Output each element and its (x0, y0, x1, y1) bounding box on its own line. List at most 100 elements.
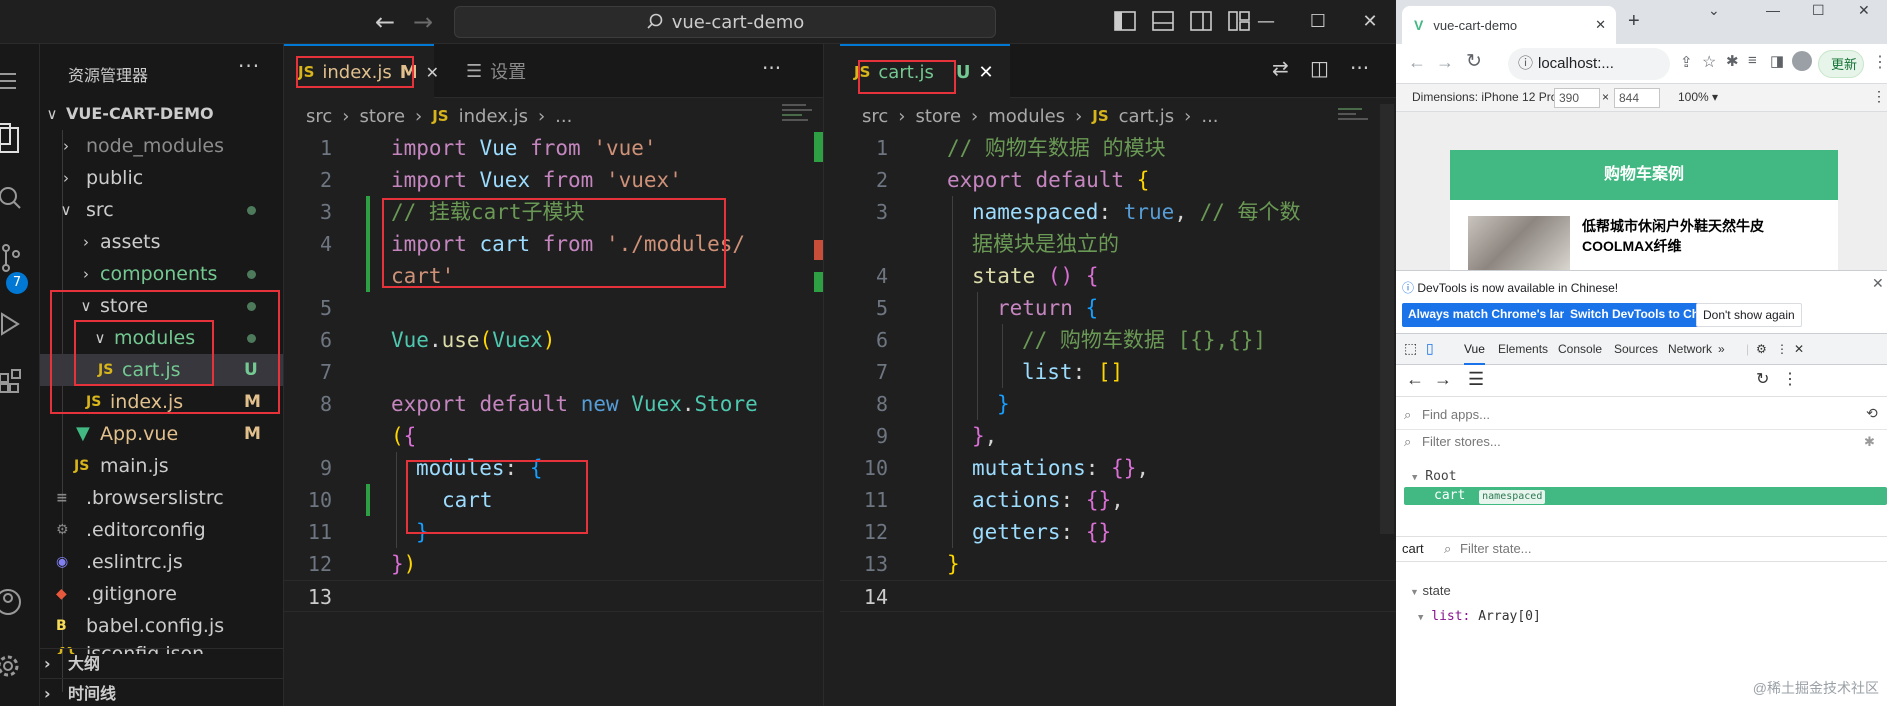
minimize-icon[interactable]: — (1240, 4, 1292, 40)
tab-console[interactable]: Console (1558, 334, 1602, 365)
toggle-panel-icon[interactable] (1150, 8, 1176, 34)
menu-icon[interactable] (0, 64, 30, 100)
tree-item-assets[interactable]: › assets (40, 226, 283, 258)
store-row-cart[interactable]: cart namespaced (1404, 487, 1887, 505)
tree-item-gitignore[interactable]: ◆ .gitignore (40, 578, 283, 610)
scrollbar[interactable] (1380, 104, 1394, 534)
tab-sources[interactable]: Sources (1614, 334, 1658, 365)
extensions-icon[interactable]: ✱ (1726, 52, 1739, 70)
back-arrow-icon[interactable]: ← (1408, 52, 1426, 73)
close-tab-icon[interactable]: ✕ (426, 63, 439, 82)
devtools-menu-icon[interactable]: ⋮ (1776, 334, 1788, 365)
tree-item-node-modules[interactable]: › node_modules (40, 130, 283, 162)
filter-stores-row[interactable]: ⌕ Filter stores... ✱ (1396, 429, 1887, 455)
split-editor-icon[interactable]: ◫ (1310, 56, 1329, 80)
close-window-icon[interactable]: ✕ (1858, 2, 1870, 19)
timeline-section[interactable]: › 时间线 (40, 678, 283, 706)
state-filter-bar[interactable]: cart ⌕ Filter state... (1396, 536, 1887, 562)
forward-arrow-icon[interactable]: → (1434, 369, 1452, 390)
device-toggle-icon[interactable]: ▯ (1426, 340, 1434, 357)
more-tabs-icon[interactable]: » (1718, 334, 1725, 365)
close-icon[interactable]: ✕ (1344, 4, 1396, 40)
dont-show-again-button[interactable]: Don't show again (1696, 303, 1802, 327)
tab-index-js[interactable]: JS index.js M ✕ (284, 44, 439, 98)
tree-item-src[interactable]: ∨ src (40, 194, 283, 226)
more-actions-icon[interactable]: ··· (238, 54, 260, 78)
more-actions-icon[interactable]: ··· (1350, 56, 1369, 80)
back-arrow-icon[interactable]: ← (370, 8, 400, 36)
editor-cart-js[interactable]: JS cart.js U ✕ ⇄ ◫ ··· src › store › modul… (840, 44, 1396, 706)
outline-section[interactable]: › 大纲 (40, 648, 283, 678)
toggle-primary-sidebar-icon[interactable] (1112, 8, 1138, 34)
browser-tab[interactable]: V vue-cart-demo ✕ (1402, 6, 1616, 44)
close-devtools-icon[interactable]: ✕ (1794, 334, 1804, 365)
forward-arrow-icon[interactable]: → (408, 8, 438, 36)
close-tab-icon[interactable]: ✕ (979, 62, 994, 83)
height-input[interactable]: 844 (1614, 88, 1660, 108)
tree-item-index-js[interactable]: JS index.js M (40, 386, 283, 418)
vuex-inspector-icon[interactable]: ☰ (1468, 369, 1484, 390)
explorer-files-icon[interactable] (0, 122, 30, 158)
tab-elements[interactable]: Elements (1498, 334, 1548, 365)
tree-item-eslintrc[interactable]: ◉ .eslintrc.js (40, 546, 283, 578)
share-icon[interactable]: ⇪ (1680, 53, 1693, 71)
editor-index-js[interactable]: JS index.js M ✕ ☰ 设置 ··· src › store › JS … (284, 44, 824, 706)
tab-search-icon[interactable]: ⌄ (1708, 2, 1720, 19)
command-center[interactable]: vue-cart-demo (454, 6, 996, 38)
state-list-entry[interactable]: ▼ list: Array[0] (1418, 609, 1541, 624)
minimap[interactable] (1338, 108, 1378, 138)
chrome-menu-icon[interactable]: ⋮ (1872, 52, 1887, 72)
refresh-icon[interactable]: ↻ (1756, 369, 1769, 389)
refresh-apps-icon[interactable]: ⟲ (1866, 405, 1878, 422)
close-notice-icon[interactable]: ✕ (1872, 275, 1884, 292)
tab-cart-js[interactable]: JS cart.js U ✕ (840, 44, 1010, 98)
tree-item-store[interactable]: ∨ store (40, 290, 283, 322)
breadcrumb[interactable]: src › store › modules › JS cart.js › ... (862, 102, 1219, 130)
vue-menu-icon[interactable]: ⋮ (1782, 369, 1798, 389)
source-control-icon[interactable] (0, 240, 30, 276)
address-bar[interactable]: ⓘ localhost:... (1508, 48, 1670, 80)
state-section[interactable]: ▼ state (1410, 583, 1451, 598)
extensions-icon[interactable] (0, 362, 30, 398)
tab-vue[interactable]: Vue (1464, 334, 1485, 365)
run-debug-icon[interactable] (0, 306, 30, 342)
toggle-secondary-sidebar-icon[interactable] (1188, 8, 1214, 34)
tab-settings[interactable]: ☰ 设置 (452, 44, 540, 98)
more-actions-icon[interactable]: ··· (762, 56, 781, 80)
tree-item-editorconfig[interactable]: ⚙ .editorconfig (40, 514, 283, 546)
plugin-icon[interactable]: ✱ (1864, 434, 1875, 450)
tree-item-public[interactable]: › public (40, 162, 283, 194)
device-menu-icon[interactable]: ⋮ (1872, 88, 1886, 105)
accounts-icon[interactable] (0, 584, 30, 620)
update-button[interactable]: 更新 (1818, 50, 1864, 78)
profile-avatar[interactable] (1792, 51, 1812, 71)
maximize-icon[interactable]: ☐ (1292, 4, 1344, 40)
settings-gear-icon[interactable] (0, 648, 30, 684)
find-apps-row[interactable]: ⌕ Find apps... ⟲ (1396, 403, 1887, 429)
zoom-select[interactable]: 100% ▾ (1678, 90, 1718, 104)
compare-changes-icon[interactable]: ⇄ (1272, 56, 1289, 80)
breadcrumb[interactable]: src › store › JS index.js › ... (306, 102, 572, 130)
reading-list-icon[interactable]: ≡ (1748, 52, 1757, 69)
tree-item-app-vue[interactable]: ▼ App.vue M (40, 418, 283, 450)
forward-arrow-icon[interactable]: → (1436, 52, 1454, 73)
tree-item-components[interactable]: › components (40, 258, 283, 290)
minimap[interactable] (782, 104, 822, 134)
width-input[interactable]: 390 (1554, 88, 1600, 108)
close-tab-icon[interactable]: ✕ (1595, 17, 1606, 33)
search-activity-icon[interactable] (0, 180, 30, 216)
new-tab-icon[interactable]: + (1628, 10, 1640, 33)
bookmark-star-icon[interactable]: ☆ (1702, 52, 1716, 72)
reload-icon[interactable]: ↻ (1466, 50, 1482, 73)
tree-item-main-js[interactable]: JS main.js (40, 450, 283, 482)
device-select[interactable]: Dimensions: iPhone 12 Pro ▾ (1412, 90, 1567, 104)
tree-item-cart-js[interactable]: JS cart.js U (40, 354, 283, 386)
tab-network[interactable]: Network (1668, 334, 1712, 365)
tree-item-modules[interactable]: ∨ modules (40, 322, 283, 354)
maximize-icon[interactable]: ☐ (1812, 2, 1825, 19)
inspect-element-icon[interactable]: ⬚ (1404, 340, 1417, 357)
devtools-settings-icon[interactable]: ⚙ (1756, 334, 1767, 365)
store-tree-root[interactable]: ▼ Root (1412, 469, 1457, 484)
minimize-icon[interactable]: — (1766, 2, 1780, 18)
tree-root-folder[interactable]: ∨ VUE-CART-DEMO (40, 98, 283, 130)
